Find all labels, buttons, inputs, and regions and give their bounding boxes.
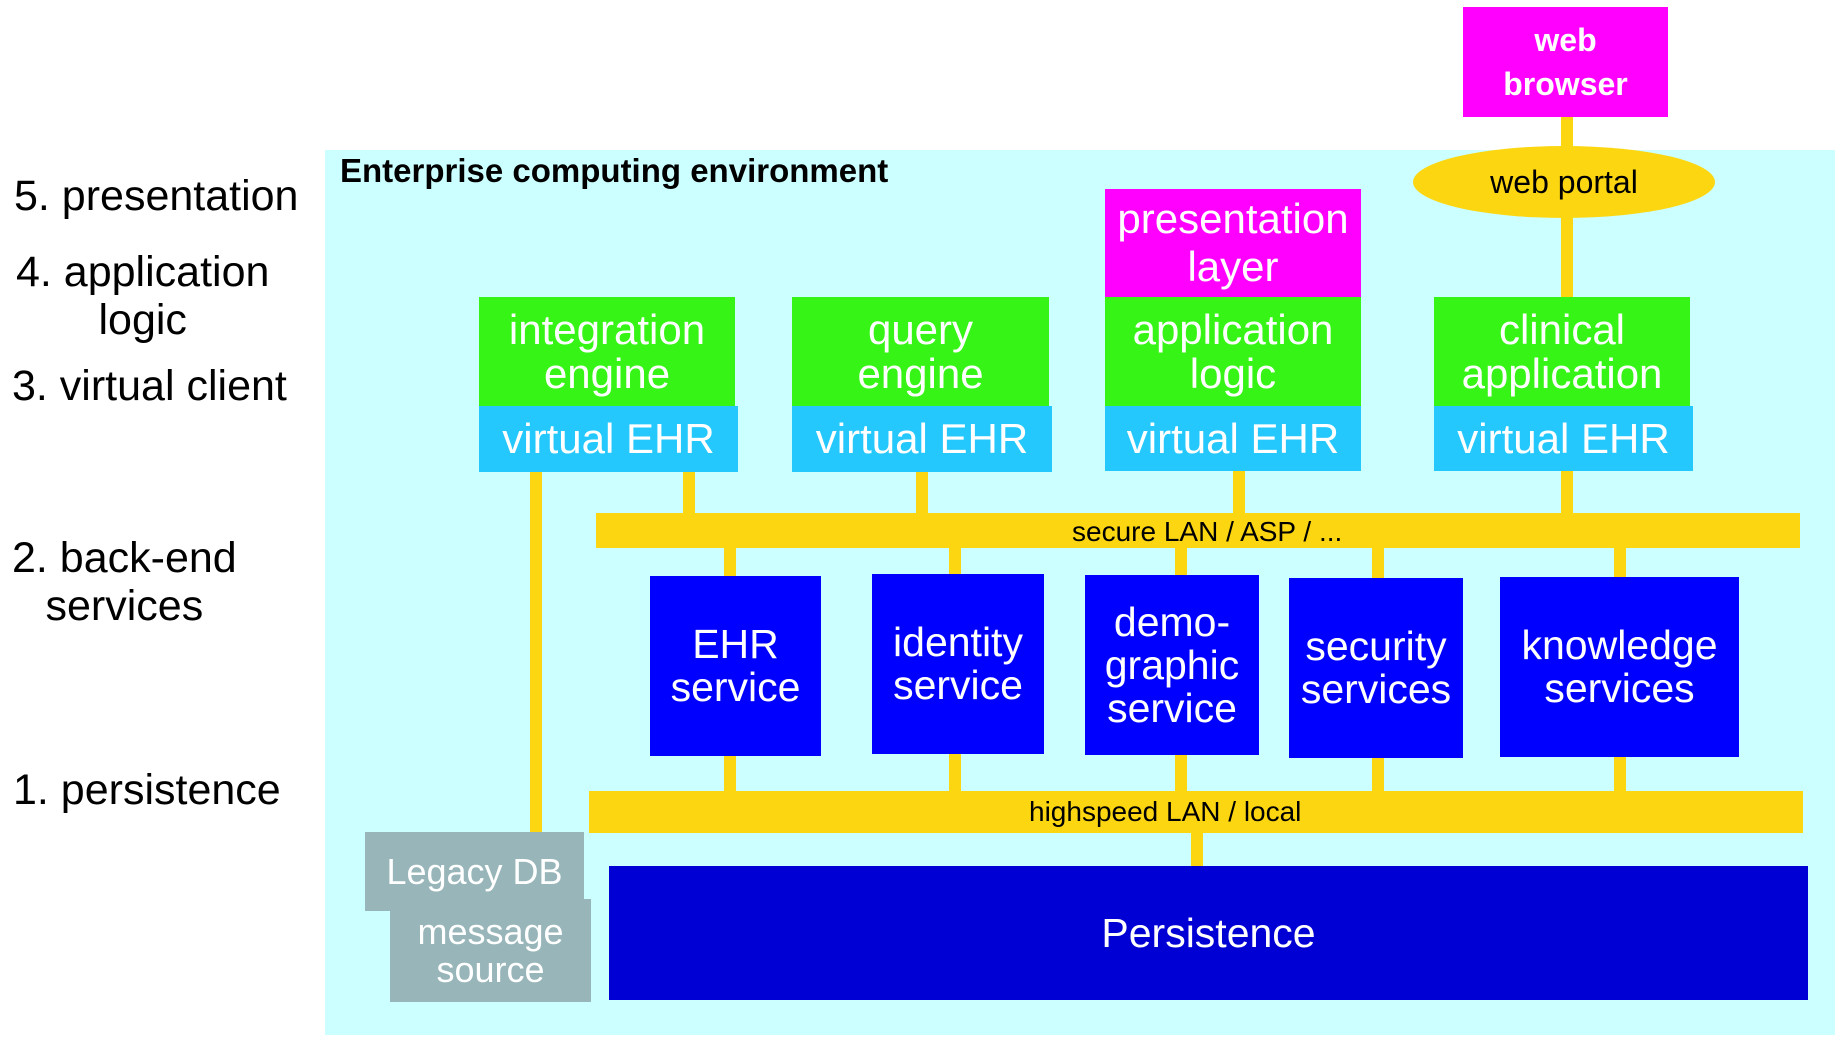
web-browser-text: browser [1503,66,1628,102]
application-logic-box[interactable]: application logic [1105,297,1361,406]
layer-label-text: logic [98,296,187,344]
highspeed-lan-label: highspeed LAN / local [1029,796,1302,827]
service-text: demo- [1113,598,1231,645]
service-text: security [1305,623,1447,669]
web-portal-text: web portal [1490,163,1638,200]
layer-label-text: 3. virtual client [12,362,287,410]
layer-label-presentation: 5. presentation [14,172,298,220]
service-text: identity [893,619,1023,665]
client-app-text: logic [1189,349,1277,397]
layer-label-application-logic: 4. application logic [16,248,269,344]
client-app-text: engine [543,349,671,397]
layer-label-text: 5. presentation [14,172,299,220]
client-app-text: query [867,305,974,353]
message-source-text: source [436,948,545,990]
layer-label-text: 2. back-end [12,534,237,582]
web-portal-ellipse[interactable]: web portal [1413,146,1715,218]
layer-label-virtual-client: 3. virtual client [12,362,287,410]
service-text: service [1107,684,1237,731]
layer-label-text: services [45,582,204,630]
client-app-text: clinical [1498,305,1626,353]
web-browser-box[interactable]: web browser [1463,7,1668,117]
security-services-box[interactable]: security services [1289,578,1463,758]
connector-query-secure [916,472,928,514]
connector-integration-legacy [530,472,542,832]
message-source-text: message [417,910,564,952]
connector-clinical-secure [1561,471,1573,514]
knowledge-services-box[interactable]: knowledge services [1500,577,1739,757]
virtual-ehr-box[interactable]: virtual EHR [792,406,1052,472]
environment-title: Enterprise computing environment [340,152,889,189]
virtual-ehr-box[interactable]: virtual EHR [1434,406,1693,471]
service-text: services [1300,666,1452,712]
message-source-box[interactable]: message source [390,899,591,1002]
web-browser-text: web [1534,22,1597,58]
query-engine-box[interactable]: query engine [792,297,1049,406]
presentation-layer-box[interactable]: presentation layer [1105,189,1361,297]
integration-engine-box[interactable]: integration engine [479,297,735,406]
persistence-text: Persistence [1101,909,1316,956]
client-app-text: application [1132,305,1334,353]
layer-label-persistence: 1. persistence [13,766,281,814]
connector-application-secure [1233,471,1245,514]
virtual-ehr-text: virtual EHR [502,415,715,462]
service-text: service [893,662,1023,708]
clinical-application-box[interactable]: clinical application [1434,297,1690,406]
identity-service-box[interactable]: identity service [872,574,1044,754]
service-text: services [1544,665,1695,711]
connector-integration-secure [683,472,695,514]
persistence-box[interactable]: Persistence [609,866,1808,1000]
layer-label-text: 1. persistence [13,766,281,814]
client-app-text: integration [508,305,706,353]
layer-label-back-end-services: 2. back-end services [12,534,237,630]
client-app-text: application [1461,349,1663,397]
legacy-db-text: Legacy DB [386,850,563,892]
legacy-db-box[interactable]: Legacy DB [365,832,584,911]
layer-label-text: 4. application [16,248,270,296]
virtual-ehr-text: virtual EHR [815,415,1029,462]
service-text: EHR [692,621,779,667]
virtual-ehr-text: virtual EHR [1126,414,1340,462]
service-text: service [670,664,801,710]
virtual-ehr-text: virtual EHR [1457,414,1670,462]
demographic-service-box[interactable]: demo- graphic service [1085,575,1259,755]
secure-lan-label: secure LAN / ASP / ... [1072,516,1343,547]
presentation-layer-text: presentation [1117,195,1349,242]
client-app-text: engine [857,349,984,397]
connector-local-persistence [1191,832,1203,867]
secure-lan-bus: secure LAN / ASP / ... [596,513,1800,548]
presentation-layer-text: layer [1187,243,1279,290]
ehr-service-box[interactable]: EHR service [650,576,821,756]
virtual-ehr-box[interactable]: virtual EHR [479,406,738,472]
service-text: knowledge [1521,622,1718,668]
service-text: graphic [1104,641,1240,688]
virtual-ehr-box[interactable]: virtual EHR [1105,406,1361,471]
highspeed-lan-bus: highspeed LAN / local [589,791,1803,833]
